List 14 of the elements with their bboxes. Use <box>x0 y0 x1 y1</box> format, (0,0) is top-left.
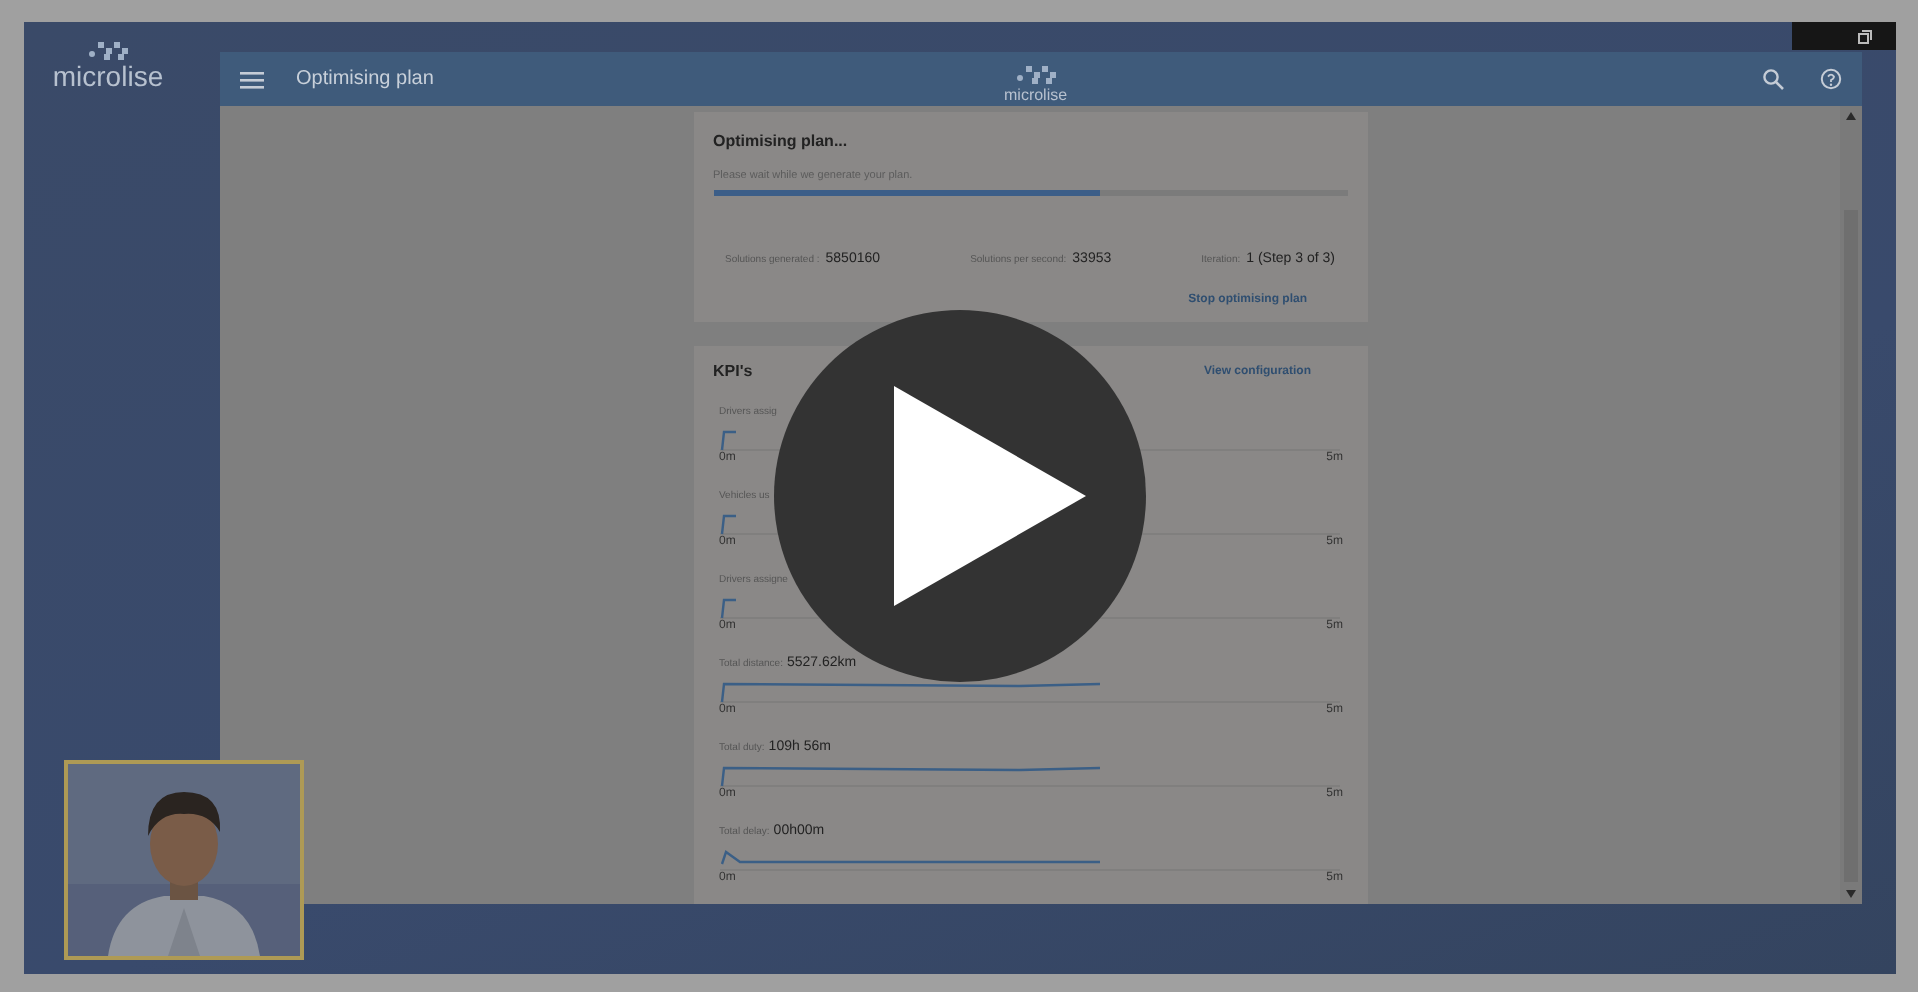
menu-icon[interactable] <box>240 69 264 89</box>
logo-icon <box>84 38 132 62</box>
restore-icon[interactable] <box>1858 29 1872 43</box>
search-icon[interactable] <box>1762 68 1784 90</box>
card-title: KPI's <box>713 362 753 380</box>
scroll-up-icon[interactable] <box>1846 112 1856 120</box>
scrollbar[interactable] <box>1840 106 1862 904</box>
page-title: Optimising plan <box>296 68 434 90</box>
card-title: Optimising plan... <box>713 132 850 150</box>
help-icon[interactable] <box>1820 68 1842 90</box>
logo-text: microlise <box>52 62 164 92</box>
logo-text: microlise <box>1004 86 1068 104</box>
logo-icon <box>1011 62 1060 86</box>
scroll-down-icon[interactable] <box>1846 890 1856 898</box>
